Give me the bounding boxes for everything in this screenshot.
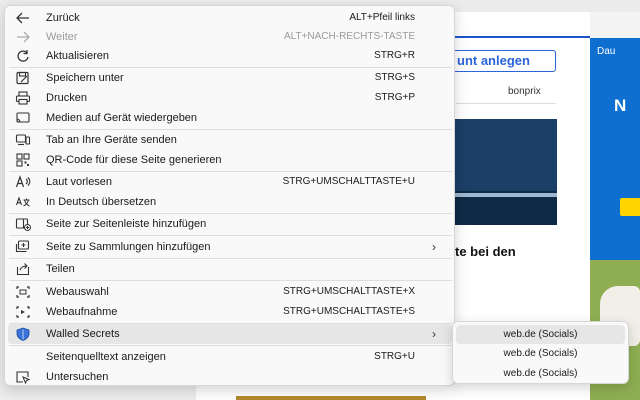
menu-item-shortcut: ALT+NACH-RECHTS-TASTE bbox=[283, 31, 415, 42]
web-capture-icon bbox=[15, 305, 31, 319]
ad-cta-button[interactable] bbox=[620, 198, 640, 216]
back-arrow-icon bbox=[15, 11, 31, 25]
menu-item-inspect[interactable]: Untersuchen bbox=[8, 367, 452, 387]
menu-item-label: Walled Secrets bbox=[46, 328, 120, 340]
walled-secrets-shield-icon bbox=[15, 327, 31, 341]
menu-item-shortcut: STRG+U bbox=[374, 351, 415, 362]
ad-headline: N bbox=[614, 96, 627, 115]
print-icon bbox=[15, 91, 31, 105]
submenu-item-web-de-socials[interactable]: web.de (Socials) bbox=[456, 325, 625, 344]
web-select-icon bbox=[15, 285, 31, 299]
menu-item-shortcut: STRG+UMSCHALTTASTE+S bbox=[283, 306, 415, 317]
menu-item-shortcut: STRG+R bbox=[374, 50, 415, 61]
collections-icon bbox=[15, 240, 31, 254]
menu-item-web-capture[interactable]: Webaufnahme STRG+UMSCHALTTASTE+S bbox=[8, 302, 452, 322]
divider bbox=[456, 103, 556, 104]
menu-item-refresh[interactable]: Aktualisieren STRG+R bbox=[8, 46, 452, 66]
menu-item-label: Medien auf Gerät wiedergeben bbox=[46, 112, 198, 124]
menu-item-label: Weiter bbox=[46, 31, 78, 43]
submenu-item-web-de-socials[interactable]: web.de (Socials) bbox=[456, 344, 625, 363]
menu-item-label: Speichern unter bbox=[46, 72, 124, 84]
cast-icon bbox=[15, 111, 31, 125]
menu-item-label: Teilen bbox=[46, 263, 75, 275]
menu-item-label: Seitenquelltext anzeigen bbox=[46, 351, 166, 363]
menu-separator bbox=[9, 235, 452, 236]
menu-item-cast-media[interactable]: Medien auf Gerät wiedergeben bbox=[8, 108, 452, 128]
send-to-devices-icon bbox=[15, 133, 31, 147]
chevron-right-icon: › bbox=[432, 327, 436, 341]
menu-item-save-as[interactable]: Speichern unter STRG+S bbox=[8, 68, 452, 88]
ad-text: Dau bbox=[597, 46, 616, 57]
context-menu: Zurück ALT+Pfeil links Weiter ALT+NACH-R… bbox=[4, 5, 455, 386]
menu-item-label: Aktualisieren bbox=[46, 50, 109, 62]
qr-code-icon bbox=[15, 153, 31, 167]
menu-separator bbox=[9, 345, 452, 346]
menu-item-share[interactable]: Teilen bbox=[8, 259, 452, 279]
menu-item-add-to-sidebar[interactable]: Seite zur Seitenleiste hinzufügen bbox=[8, 214, 452, 234]
walled-secrets-submenu: web.de (Socials) web.de (Socials) web.de… bbox=[452, 321, 629, 384]
menu-item-qr-code[interactable]: QR-Code für diese Seite generieren bbox=[8, 150, 452, 170]
menu-item-print[interactable]: Drucken STRG+P bbox=[8, 88, 452, 108]
menu-item-label: Untersuchen bbox=[46, 371, 109, 383]
menu-item-shortcut: ALT+Pfeil links bbox=[349, 12, 415, 23]
inspect-icon bbox=[15, 370, 31, 384]
menu-item-add-to-collections[interactable]: Seite zu Sammlungen hinzufügen › bbox=[8, 237, 452, 257]
menu-item-web-select[interactable]: Webauswahl STRG+UMSCHALTTASTE+X bbox=[8, 282, 452, 302]
menu-item-shortcut: STRG+S bbox=[374, 72, 415, 83]
submenu-item-web-de-socials[interactable]: web.de (Socials) bbox=[456, 364, 625, 383]
refresh-icon bbox=[15, 49, 31, 63]
menu-item-label: Zurück bbox=[46, 12, 80, 24]
menu-item-label: Seite zur Seitenleiste hinzufügen bbox=[46, 218, 207, 230]
menu-item-forward[interactable]: Weiter ALT+NACH-RECHTS-TASTE bbox=[8, 27, 452, 47]
sidebar-add-icon bbox=[15, 217, 31, 231]
menu-item-translate[interactable]: In Deutsch übersetzen bbox=[8, 192, 452, 212]
menu-item-shortcut: STRG+P bbox=[374, 92, 415, 103]
forward-arrow-icon bbox=[15, 30, 31, 44]
menu-item-view-source[interactable]: Seitenquelltext anzeigen STRG+U bbox=[8, 347, 452, 367]
article-image[interactable] bbox=[455, 119, 557, 225]
menu-item-label: Tab an Ihre Geräte senden bbox=[46, 134, 177, 146]
image-stripe bbox=[455, 193, 557, 197]
menu-item-label: In Deutsch übersetzen bbox=[46, 196, 157, 208]
translate-icon bbox=[15, 195, 31, 209]
page-bottom-banner bbox=[236, 396, 426, 400]
article-headline[interactable]: te bei den bbox=[455, 244, 516, 259]
menu-item-label: Drucken bbox=[46, 92, 87, 104]
chevron-right-icon: › bbox=[432, 240, 436, 254]
brand-logo-bonprix[interactable]: bonprix bbox=[508, 86, 541, 97]
menu-separator bbox=[9, 280, 452, 281]
menu-item-label: Webaufnahme bbox=[46, 306, 118, 318]
menu-item-read-aloud[interactable]: Laut vorlesen STRG+UMSCHALTTASTE+U bbox=[8, 172, 452, 192]
menu-item-label: QR-Code für diese Seite generieren bbox=[46, 154, 222, 166]
menu-item-walled-secrets[interactable]: Walled Secrets › bbox=[8, 324, 452, 344]
menu-item-shortcut: STRG+UMSCHALTTASTE+U bbox=[282, 176, 415, 187]
share-icon bbox=[15, 262, 31, 276]
menu-item-label: Seite zu Sammlungen hinzufügen bbox=[46, 241, 211, 253]
menu-item-label: Webauswahl bbox=[46, 286, 109, 298]
menu-item-back[interactable]: Zurück ALT+Pfeil links bbox=[8, 8, 452, 28]
menu-item-label: Laut vorlesen bbox=[46, 176, 113, 188]
save-as-icon bbox=[15, 71, 31, 85]
read-aloud-icon bbox=[15, 175, 31, 189]
menu-item-shortcut: STRG+UMSCHALTTASTE+X bbox=[283, 286, 415, 297]
menu-item-send-tab[interactable]: Tab an Ihre Geräte senden bbox=[8, 130, 452, 150]
